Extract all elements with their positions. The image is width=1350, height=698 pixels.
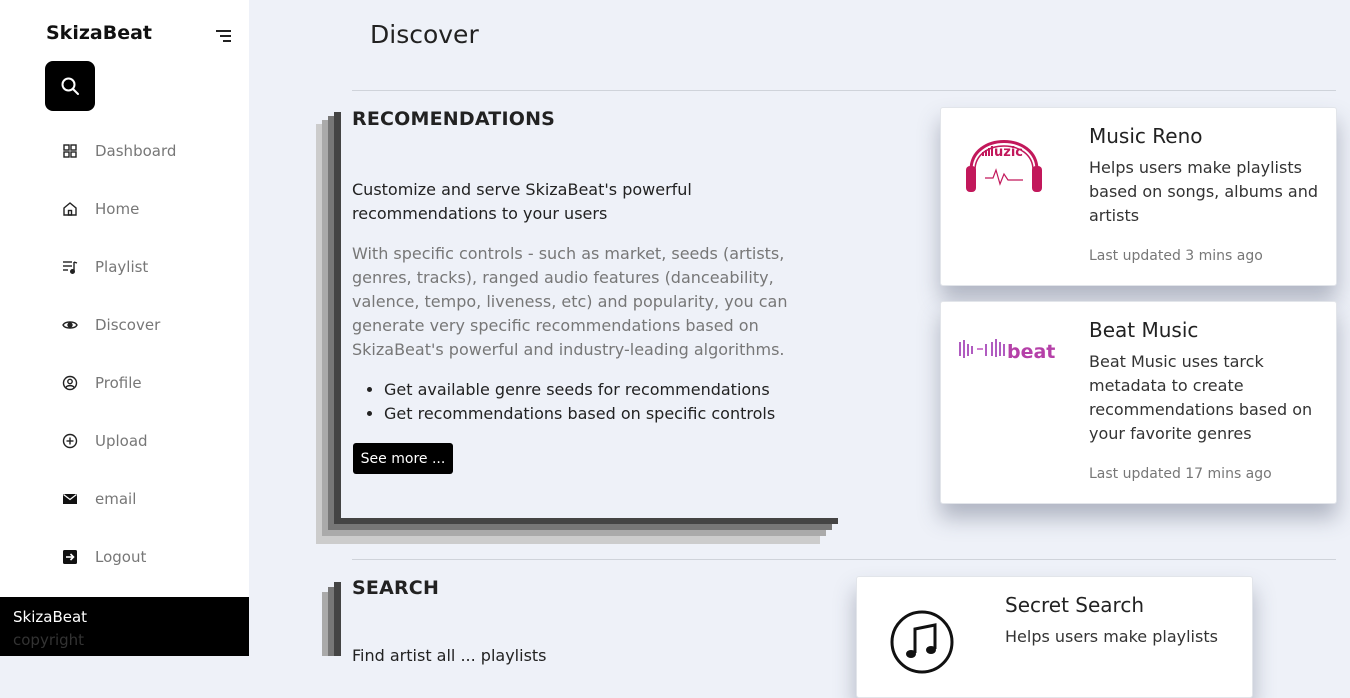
- section-shadow: [334, 112, 341, 524]
- search-icon: [61, 77, 79, 95]
- card-secret-search[interactable]: Secret Search Helps users make playlists: [856, 576, 1253, 698]
- playlist-icon: [60, 257, 80, 277]
- music-note-icon: [889, 609, 955, 679]
- card-title: Beat Music: [1089, 318, 1199, 342]
- list-item: Get available genre seeds for recommenda…: [384, 378, 844, 402]
- sidebar-footer: SkizaBeat copyright: [0, 597, 249, 656]
- mail-icon: [60, 489, 80, 509]
- sidebar-item-label: Logout: [95, 548, 147, 566]
- logo-text: uzic: [994, 145, 1023, 160]
- footer-brand: SkizaBeat: [13, 608, 88, 626]
- brand-logo[interactable]: SkizaBeat: [46, 22, 152, 44]
- sidebar-item-discover[interactable]: Discover: [60, 310, 240, 340]
- home-icon: [60, 199, 80, 219]
- card-description: Beat Music uses tarck metadata to create…: [1089, 352, 1313, 443]
- recommendations-description: With specific controls - such as market,…: [352, 244, 788, 359]
- logo-text: beat: [1007, 341, 1055, 362]
- card-updated: Last updated 3 mins ago: [1089, 248, 1263, 264]
- see-more-button[interactable]: See more ...: [353, 443, 453, 474]
- eye-icon: [60, 315, 80, 335]
- plus-circle-icon: [60, 431, 80, 451]
- logout-icon: [60, 547, 80, 567]
- sidebar-item-label: Discover: [95, 316, 161, 334]
- list-item: Get recommendations based on specific co…: [384, 402, 844, 426]
- sidebar-item-label: Dashboard: [95, 142, 177, 160]
- sidebar-item-label: Profile: [95, 374, 142, 392]
- section-shadow: [316, 536, 820, 544]
- grid-icon: [60, 141, 80, 161]
- card-title: Music Reno: [1089, 124, 1203, 148]
- user-circle-icon: [60, 373, 80, 393]
- beat-logo-icon: beat: [957, 336, 1061, 366]
- sidebar-item-label: Playlist: [95, 258, 149, 276]
- menu-toggle-icon[interactable]: [215, 28, 233, 44]
- card-music-reno[interactable]: uzic Music Reno Helps users make playlis…: [940, 107, 1337, 286]
- search-title: SEARCH: [352, 577, 440, 599]
- recommendations-title: RECOMENDATIONS: [352, 108, 556, 130]
- card-title: Secret Search: [1005, 593, 1144, 617]
- page-title: Discover: [370, 20, 479, 49]
- divider: [352, 90, 1336, 91]
- sidebar-item-profile[interactable]: Profile: [60, 368, 240, 398]
- recommendations-lead: Customize and serve SkizaBeat's powerful…: [352, 180, 692, 223]
- sidebar-item-home[interactable]: Home: [60, 194, 240, 224]
- sidebar: SkizaBeat Dashboard Home Playlist Discov…: [0, 0, 249, 656]
- card-updated: Last updated 17 mins ago: [1089, 466, 1272, 482]
- sidebar-item-email[interactable]: email: [60, 484, 240, 514]
- sidebar-item-playlist[interactable]: Playlist: [60, 252, 240, 282]
- sidebar-item-upload[interactable]: Upload: [60, 426, 240, 456]
- sidebar-item-label: email: [95, 490, 137, 508]
- recommendations-list: Get available genre seeds for recommenda…: [352, 378, 844, 426]
- sidebar-item-dashboard[interactable]: Dashboard: [60, 136, 240, 166]
- footer-copyright: copyright: [13, 631, 85, 649]
- sidebar-item-logout[interactable]: Logout: [60, 542, 240, 572]
- sidebar-item-label: Upload: [95, 432, 148, 450]
- headphones-logo-icon: uzic: [963, 122, 1045, 202]
- card-description: Helps users make playlists: [1005, 627, 1218, 646]
- card-beat-music[interactable]: beat Beat Music Beat Music uses tarck me…: [940, 301, 1337, 504]
- search-button[interactable]: [45, 61, 95, 111]
- divider: [352, 559, 1336, 560]
- section-shadow: [334, 582, 341, 656]
- sidebar-item-label: Home: [95, 200, 140, 218]
- card-description: Helps users make playlists based on song…: [1089, 158, 1318, 225]
